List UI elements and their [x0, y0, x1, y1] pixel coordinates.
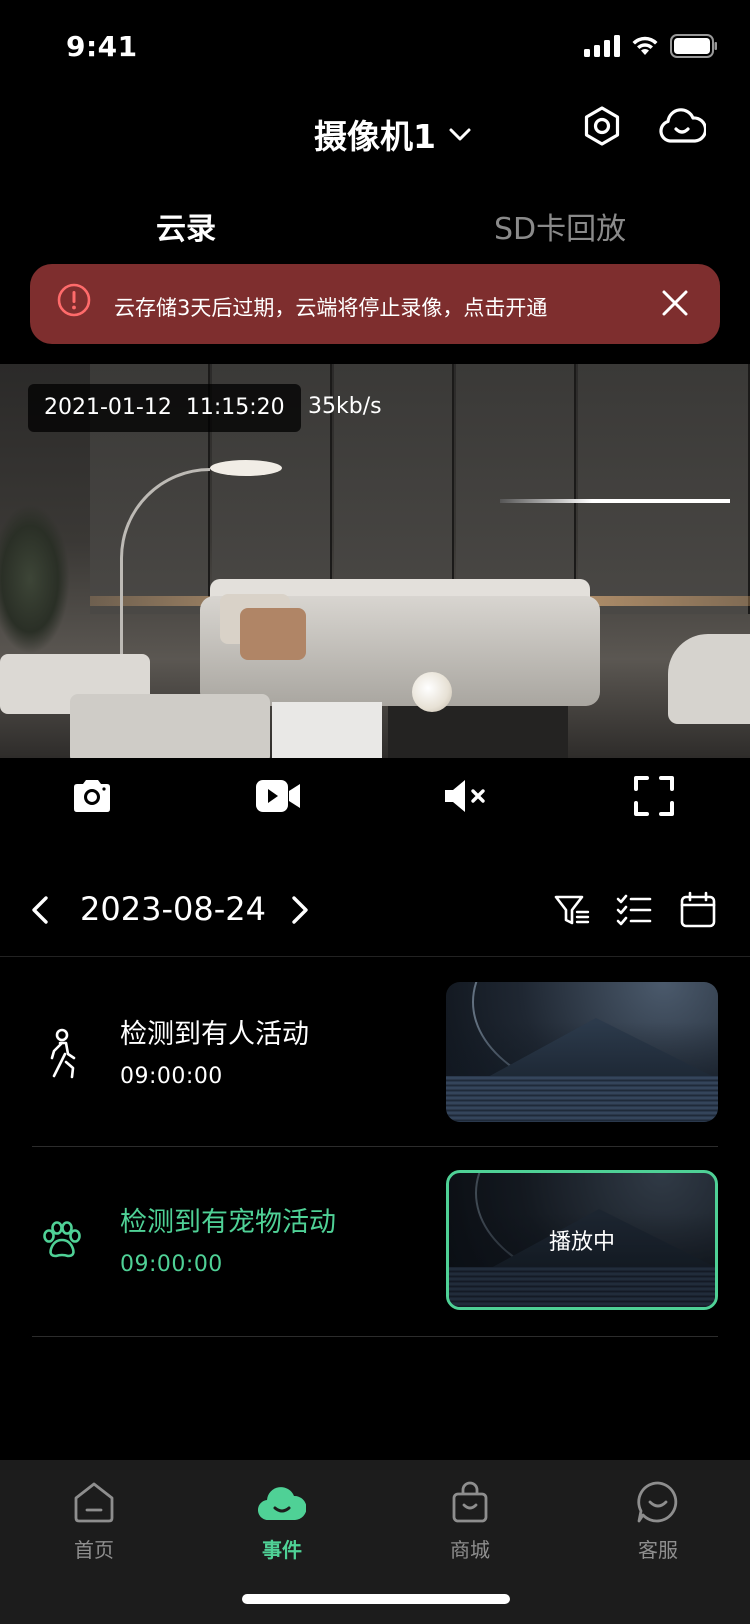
list-divider — [32, 1146, 718, 1147]
event-thumbnail-playing[interactable]: 播放中 — [446, 1170, 718, 1310]
snapshot-button[interactable] — [68, 772, 116, 820]
separator — [0, 956, 750, 957]
chat-smile-icon — [637, 1481, 678, 1523]
event-time: 09:00:00 — [120, 1252, 223, 1277]
home-indicator[interactable] — [242, 1594, 510, 1604]
settings-button[interactable] — [578, 102, 626, 150]
chevron-left-icon[interactable] — [26, 890, 56, 930]
person-walking-icon — [50, 1028, 76, 1079]
date-navigation: 2023-08-24 — [0, 880, 750, 940]
event-thumbnail[interactable] — [446, 982, 718, 1122]
record-button[interactable] — [254, 772, 302, 820]
status-icons — [584, 34, 718, 58]
chevron-right-icon[interactable] — [284, 890, 314, 930]
wifi-icon — [632, 36, 658, 55]
video-bitrate: 35kb/s — [308, 394, 382, 419]
tab-sd-label: SD卡回放 — [494, 212, 627, 247]
settings-icon — [584, 106, 620, 146]
signal-icon — [584, 35, 620, 57]
nav-item-events[interactable]: 事件 — [232, 1478, 332, 1563]
video-camera-icon — [256, 780, 300, 812]
event-title: 检测到有宠物活动 — [120, 1207, 336, 1238]
fullscreen-button[interactable] — [630, 772, 678, 820]
tab-sd-playback[interactable]: SD卡回放 — [494, 204, 626, 248]
status-time: 9:41 — [66, 30, 138, 63]
cloud-icon — [257, 1487, 307, 1521]
playing-status-overlay: 播放中 — [449, 1173, 715, 1307]
shopping-bag-icon — [452, 1481, 488, 1523]
camera-name: 摄像机1 — [314, 117, 436, 156]
nav-label: 事件 — [262, 1538, 302, 1562]
filter-icon[interactable] — [552, 890, 592, 930]
video-player[interactable]: 2021-01-12 11:15:20 35kb/s — [0, 364, 750, 758]
nav-label: 客服 — [638, 1538, 678, 1562]
event-item[interactable]: 检测到有宠物活动 09:00:00 播放中 — [0, 1170, 750, 1310]
expiry-alert-banner[interactable]: 云存储3天后过期，云端将停止录像，点击开通 — [30, 264, 720, 344]
event-title: 检测到有人活动 — [120, 1019, 309, 1050]
alert-circle-icon — [57, 283, 91, 317]
nav-item-support[interactable]: 客服 — [608, 1478, 708, 1563]
status-bar: 9:41 — [0, 0, 750, 92]
camera-icon — [74, 780, 110, 812]
current-date[interactable]: 2023-08-24 — [80, 890, 266, 928]
nav-label: 商城 — [450, 1538, 490, 1562]
fullscreen-icon — [634, 776, 674, 816]
close-icon[interactable] — [658, 286, 692, 320]
battery-icon — [670, 34, 717, 58]
chevron-down-icon — [449, 128, 471, 141]
alert-message: 云存储3天后过期，云端将停止录像，点击开通 — [114, 296, 548, 320]
speaker-muted-icon — [445, 780, 485, 812]
playing-status-label: 播放中 — [548, 1230, 615, 1255]
cloud-smile-icon — [659, 108, 706, 143]
event-time: 09:00:00 — [120, 1064, 223, 1089]
tab-cloud-label: 云录 — [156, 212, 216, 247]
home-icon — [74, 1482, 114, 1523]
checklist-icon[interactable] — [614, 890, 654, 930]
header: 摄像机1 — [0, 92, 750, 172]
nav-label: 首页 — [74, 1538, 114, 1562]
list-divider — [32, 1336, 718, 1337]
calendar-icon[interactable] — [678, 890, 718, 930]
mute-button[interactable] — [442, 772, 490, 820]
tab-cloud-recording[interactable]: 云录 — [148, 204, 224, 248]
camera-selector[interactable]: 摄像机1 — [314, 110, 474, 158]
paw-icon — [43, 1221, 81, 1258]
cloud-service-button[interactable] — [656, 102, 708, 150]
nav-item-store[interactable]: 商城 — [420, 1478, 520, 1563]
event-item[interactable]: 检测到有人活动 09:00:00 — [0, 982, 750, 1122]
video-timestamp: 2021-01-12 11:15:20 — [28, 384, 301, 432]
nav-item-home[interactable]: 首页 — [44, 1478, 144, 1563]
